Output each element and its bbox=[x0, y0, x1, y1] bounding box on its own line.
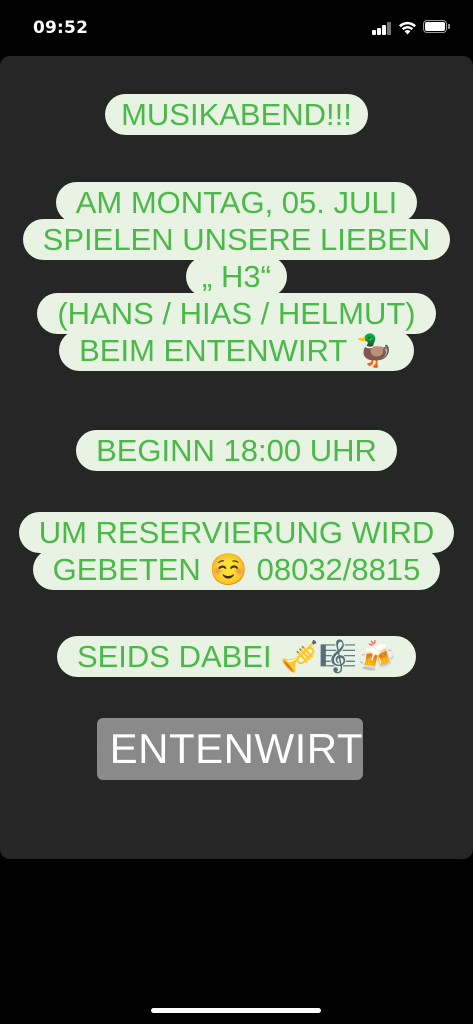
story-title: MUSIKABEND!!! bbox=[105, 94, 368, 135]
reservation-line: GEBETEN ☺️ 08032/8815 bbox=[32, 549, 441, 590]
closing-line: SEIDS DABEI 🎺🎼🍻 bbox=[56, 636, 417, 677]
cellular-signal-icon bbox=[372, 22, 392, 35]
start-time-label: BEGINN 18:00 UHR bbox=[76, 430, 397, 471]
announcement-line: BEIM ENTENWIRT 🦆 bbox=[59, 330, 414, 371]
announcement-block: AM MONTAG, 05. JULI SPIELEN UNSERE LIEBE… bbox=[0, 182, 473, 371]
location-sticker[interactable]: ENTENWIRT bbox=[97, 718, 363, 780]
status-bar: 09:52 bbox=[0, 0, 473, 56]
battery-icon bbox=[423, 20, 452, 35]
start-time-block: BEGINN 18:00 UHR bbox=[0, 430, 473, 471]
wifi-icon bbox=[399, 21, 416, 35]
home-indicator[interactable] bbox=[151, 1008, 321, 1013]
announcement-line: SPIELEN UNSERE LIEBEN bbox=[22, 219, 451, 260]
location-pin-icon bbox=[97, 748, 98, 750]
announcement-line: „ H3“ bbox=[186, 256, 287, 297]
status-time: 09:52 bbox=[33, 18, 89, 38]
announcement-line: AM MONTAG, 05. JULI bbox=[55, 182, 418, 223]
title-block: MUSIKABEND!!! bbox=[0, 94, 473, 135]
location-sticker-label: ENTENWIRT bbox=[109, 725, 363, 772]
announcement-line: (HANS / HIAS / HELMUT) bbox=[37, 293, 436, 334]
reservation-line: UM RESERVIERUNG WIRD bbox=[18, 512, 455, 553]
instagram-story-screen: 09:52 MUSIKABEND!!! AM MONTAG, 05. JULI … bbox=[0, 0, 473, 1024]
closing-block: SEIDS DABEI 🎺🎼🍻 bbox=[0, 636, 473, 677]
reservation-block: UM RESERVIERUNG WIRD GEBETEN ☺️ 08032/88… bbox=[0, 512, 473, 590]
story-canvas[interactable]: MUSIKABEND!!! AM MONTAG, 05. JULI SPIELE… bbox=[0, 56, 473, 859]
